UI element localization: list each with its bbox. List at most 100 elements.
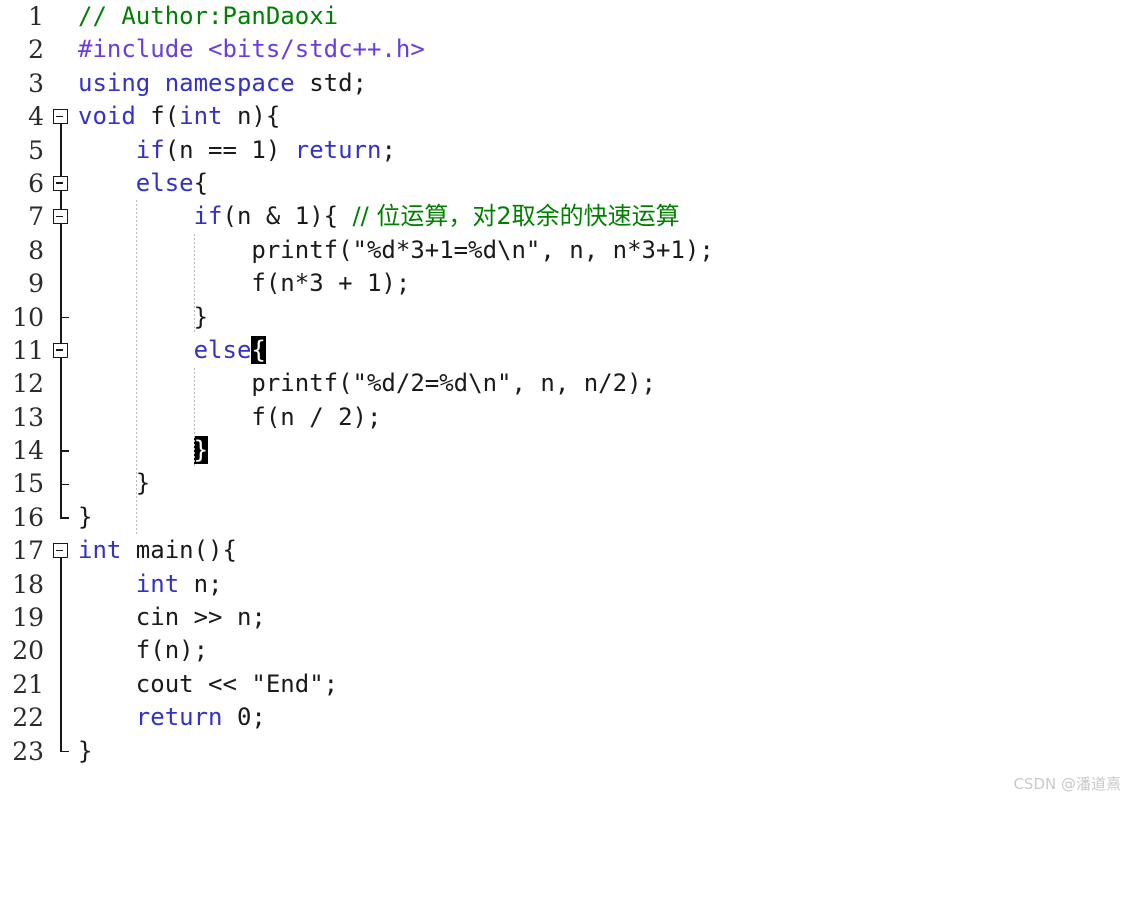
keyword-token: return	[135, 703, 223, 732]
line-number: 5	[28, 135, 44, 165]
fold-gutter-cell[interactable]	[50, 567, 72, 602]
fold-collapse-box-icon[interactable]	[52, 109, 68, 125]
fold-gutter-cell[interactable]	[50, 667, 72, 702]
code-text[interactable]: else{	[78, 167, 208, 200]
code-editor[interactable]: 1 // Author:PanDaoxi 2 #include <bits/st…	[0, 0, 1131, 800]
code-text[interactable]: cout << "End";	[78, 668, 338, 701]
code-line[interactable]: 23 }	[0, 734, 1131, 768]
code-line[interactable]: 14 }	[0, 434, 1131, 468]
code-text[interactable]: }	[78, 467, 150, 500]
code-text[interactable]: else{	[78, 334, 266, 367]
indent-guide-level-1	[136, 200, 137, 534]
plain-token: f(n / 2);	[78, 402, 382, 431]
line-number: 10	[12, 302, 44, 332]
code-lines-container[interactable]: 1 // Author:PanDaoxi 2 #include <bits/st…	[0, 0, 1131, 768]
code-line[interactable]: 8 printf("%d*3+1=%d\n", n, n*3+1);	[0, 233, 1131, 268]
fold-gutter-cell[interactable]	[50, 734, 72, 768]
code-line[interactable]: 18 int n;	[0, 567, 1131, 602]
fold-collapse-box-icon[interactable]	[52, 543, 68, 559]
fold-collapse-box-icon[interactable]	[52, 342, 68, 358]
fold-gutter-cell[interactable]	[50, 33, 72, 66]
fold-gutter-cell[interactable]	[50, 333, 72, 368]
fold-collapse-box-icon[interactable]	[52, 175, 68, 191]
code-line[interactable]: 13 f(n / 2);	[0, 400, 1131, 435]
code-line[interactable]: 10 }	[0, 300, 1131, 334]
fold-gutter-cell[interactable]	[50, 200, 72, 234]
fold-gutter-cell[interactable]	[50, 267, 72, 301]
code-line[interactable]: 2 #include <bits/stdc++.h>	[0, 33, 1131, 66]
plain-token: ;	[381, 135, 396, 164]
code-text[interactable]: }	[78, 434, 209, 467]
code-text[interactable]: f(n / 2);	[78, 401, 381, 434]
code-text[interactable]: #include <bits/stdc++.h>	[78, 33, 425, 66]
code-line[interactable]: 17 int main(){	[0, 534, 1131, 568]
fold-gutter-cell[interactable]	[50, 0, 72, 33]
code-line[interactable]: 21 cout << "End";	[0, 667, 1131, 702]
code-text[interactable]: if(n == 1) return;	[78, 134, 396, 167]
keyword-token: if	[135, 135, 165, 164]
plain-token: n;	[179, 569, 223, 598]
plain-token: cout << "End";	[78, 669, 339, 698]
keyword-token: int	[179, 102, 223, 131]
code-line[interactable]: 15 }	[0, 467, 1131, 501]
code-line[interactable]: 5 if(n == 1) return;	[0, 133, 1131, 167]
code-text[interactable]: f(n);	[78, 634, 208, 667]
fold-gutter-cell[interactable]	[50, 634, 72, 668]
code-line[interactable]: 19 cin >> n;	[0, 601, 1131, 635]
fold-collapse-box-icon[interactable]	[52, 209, 68, 225]
fold-end-tick-icon	[60, 483, 69, 486]
code-line[interactable]: 20 f(n);	[0, 634, 1131, 668]
fold-gutter-cell[interactable]	[50, 434, 72, 468]
fold-gutter-cell[interactable]	[50, 300, 72, 334]
plain-token: {	[193, 168, 209, 197]
code-text[interactable]: int n;	[78, 568, 223, 601]
fold-gutter-cell[interactable]	[50, 133, 72, 167]
fold-connector-line	[60, 667, 62, 702]
fold-gutter-cell[interactable]	[50, 67, 72, 100]
code-line[interactable]: 3 using namespace std;	[0, 67, 1131, 100]
code-text[interactable]: return 0;	[78, 701, 266, 734]
fold-gutter-cell[interactable]	[50, 166, 72, 201]
fold-gutter-cell[interactable]	[50, 601, 72, 635]
line-number: 4	[28, 102, 44, 132]
fold-gutter-cell[interactable]	[50, 500, 72, 534]
code-line[interactable]: 6 else{	[0, 166, 1131, 201]
plain-token: printf("%d/2=%d\n", n, n/2);	[78, 369, 656, 398]
code-text[interactable]: cin >> n;	[78, 601, 266, 634]
fold-gutter-cell[interactable]	[50, 233, 72, 268]
code-text[interactable]: void f(int n){	[78, 100, 280, 133]
fold-gutter-cell[interactable]	[50, 400, 72, 435]
code-line[interactable]: 4 void f(int n){	[0, 100, 1131, 134]
code-text[interactable]: using namespace std;	[78, 67, 367, 100]
line-number: 18	[12, 569, 44, 599]
plain-token: 0;	[222, 703, 266, 732]
code-line[interactable]: 12 printf("%d/2=%d\n", n, n/2);	[0, 367, 1131, 401]
code-line[interactable]: 11 else{	[0, 333, 1131, 368]
code-text[interactable]: if(n & 1){ // 位运算，对2取余的快速运算	[78, 200, 680, 233]
fold-connector-line	[60, 400, 62, 435]
line-number: 9	[28, 269, 44, 299]
fold-gutter-cell[interactable]	[50, 467, 72, 501]
fold-gutter-cell[interactable]	[50, 701, 72, 735]
code-text[interactable]: printf("%d*3+1=%d\n", n, n*3+1);	[78, 234, 713, 267]
fold-gutter-cell[interactable]	[50, 100, 72, 134]
code-line[interactable]: 16 }	[0, 500, 1131, 534]
code-text[interactable]: }	[78, 735, 92, 768]
plain-token: main(){	[121, 536, 237, 565]
line-number: 1	[28, 2, 44, 31]
code-text[interactable]: int main(){	[78, 534, 237, 567]
code-line[interactable]: 9 f(n*3 + 1);	[0, 267, 1131, 301]
code-text[interactable]: printf("%d/2=%d\n", n, n/2);	[78, 367, 656, 400]
code-text[interactable]: // Author:PanDaoxi	[78, 0, 338, 33]
code-text[interactable]: f(n*3 + 1);	[78, 267, 410, 300]
fold-gutter-cell[interactable]	[50, 367, 72, 401]
code-text[interactable]: }	[78, 501, 92, 534]
code-line[interactable]: 22 return 0;	[0, 701, 1131, 735]
fold-gutter-cell[interactable]	[50, 534, 72, 568]
code-line[interactable]: 7 if(n & 1){ // 位运算，对2取余的快速运算	[0, 200, 1131, 234]
code-line[interactable]: 1 // Author:PanDaoxi	[0, 0, 1131, 33]
code-text[interactable]: }	[78, 301, 208, 334]
